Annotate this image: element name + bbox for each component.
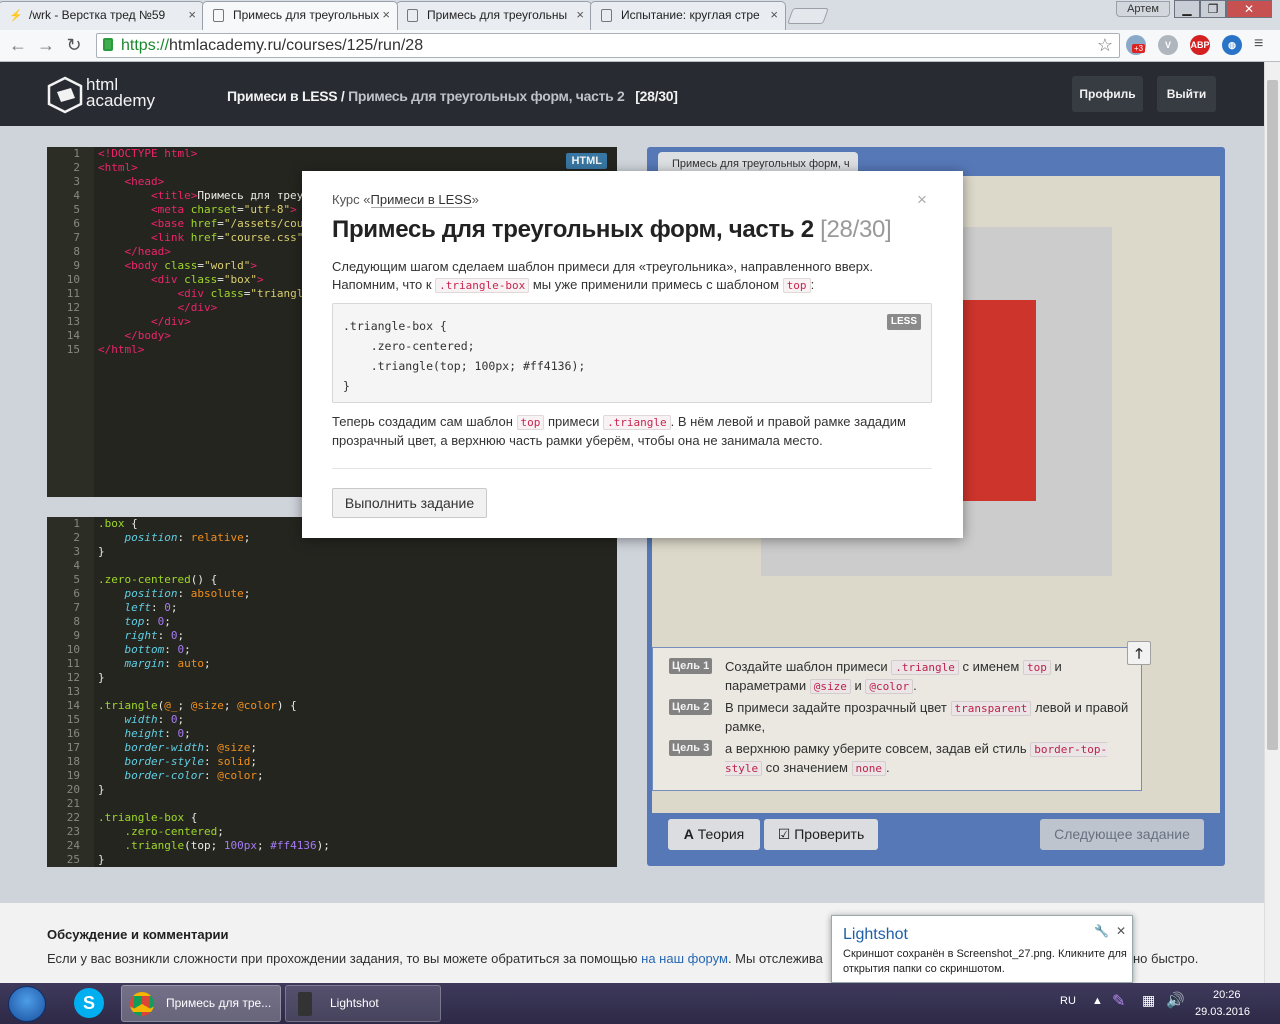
window-close-button[interactable]: ✕ <box>1226 0 1272 18</box>
browser-tab-4[interactable]: Испытание: круглая стре × <box>590 1 786 30</box>
modal-paragraph-1: Следующим шагом сделаем шаблон примеси д… <box>332 259 873 293</box>
document-icon <box>213 9 224 22</box>
tab-title: Примесь для треугольны <box>427 8 568 22</box>
browser-tab-strip: ⚡ /wrk - Верстка тред №59 × Примесь для … <box>0 0 1280 30</box>
reload-icon[interactable]: ↻ <box>62 34 86 58</box>
skype-icon[interactable]: S <box>74 988 104 1018</box>
tab-title: /wrk - Верстка тред №59 <box>29 8 166 22</box>
browser-toolbar: ← → ↻ https://htmlacademy.ru/courses/125… <box>0 30 1280 62</box>
start-task-button[interactable]: Выполнить задание <box>332 488 487 518</box>
close-icon[interactable]: × <box>576 7 584 22</box>
close-icon[interactable]: × <box>382 7 390 22</box>
notification-title: Lightshot <box>843 926 908 943</box>
lightshot-icon <box>298 992 312 1016</box>
language-indicator[interactable]: RU <box>1060 995 1076 1007</box>
notification-tools: 🔧 ✕ <box>1094 924 1126 938</box>
close-icon[interactable]: × <box>770 7 778 22</box>
taskbar-item-chrome[interactable]: Примесь для тре... <box>121 985 281 1022</box>
new-tab-button[interactable] <box>787 8 829 24</box>
volume-icon[interactable]: 🔊 <box>1166 991 1185 1009</box>
lock-icon <box>103 38 113 51</box>
minimize-button[interactable]: ▁ <box>1174 0 1200 18</box>
adblock-icon[interactable]: ABP <box>1190 35 1210 55</box>
scrollbar-thumb[interactable] <box>1267 80 1278 750</box>
forward-icon[interactable]: → <box>34 34 58 58</box>
lightning-icon: ⚡ <box>9 10 23 22</box>
globe-icon[interactable]: ◍ <box>1222 35 1242 55</box>
modal-code-sample: .triangle-box { .zero-centered; .triangl… <box>332 303 932 403</box>
lightshot-notification[interactable]: Lightshot 🔧 ✕ Скриншот сохранён в Screen… <box>831 915 1133 983</box>
tab-title: Испытание: круглая стре <box>621 8 760 22</box>
task-modal: Курс «Примеси в LESS» × Примесь для треу… <box>302 171 963 538</box>
browser-tab-1[interactable]: ⚡ /wrk - Верстка тред №59 × <box>0 1 204 30</box>
system-tray: RU ▲ ✎ ▦ 🔊 20:26 29.03.2016 <box>1058 983 1280 1024</box>
url-protocol: https:// <box>121 37 170 54</box>
maximize-button[interactable]: ❐ <box>1200 0 1226 18</box>
chrome-icon <box>130 992 154 1016</box>
modal-divider <box>332 468 932 469</box>
document-icon <box>407 9 418 22</box>
notification-text: Скриншот сохранён в Screenshot_27.png. К… <box>843 948 1127 975</box>
address-bar[interactable]: https://htmlacademy.ru/courses/125/run/2… <box>96 33 1120 58</box>
close-icon[interactable]: × <box>188 7 196 22</box>
menu-icon[interactable]: ≡ <box>1254 35 1263 53</box>
close-icon[interactable]: × <box>917 190 927 210</box>
close-icon[interactable]: ✕ <box>1116 924 1126 938</box>
network-icon[interactable]: ▦ <box>1142 992 1155 1009</box>
shield-icon[interactable]: V <box>1158 35 1178 55</box>
wrench-icon[interactable]: 🔧 <box>1094 924 1109 938</box>
taskbar-item-lightshot[interactable]: Lightshot <box>285 985 441 1022</box>
page-scrollbar[interactable] <box>1264 62 1280 990</box>
url-text: htmlacademy.ru/courses/125/run/28 <box>169 37 424 54</box>
tab-title: Примесь для треугольных <box>233 8 380 22</box>
clock-date[interactable]: 29.03.2016 <box>1195 1006 1250 1018</box>
course-link[interactable]: Примеси в LESS <box>370 192 472 208</box>
lightshot-tray-icon[interactable]: ✎ <box>1112 991 1125 1011</box>
browser-tab-3[interactable]: Примесь для треугольны × <box>396 1 592 30</box>
tray-expand-icon[interactable]: ▲ <box>1092 995 1103 1007</box>
less-language-badge: LESS <box>886 314 921 330</box>
user-profile-button[interactable]: Артем <box>1116 1 1170 17</box>
document-icon <box>601 9 612 22</box>
browser-tab-2[interactable]: Примесь для треугольных × <box>202 1 398 30</box>
back-icon[interactable]: ← <box>6 34 30 58</box>
star-icon[interactable]: ☆ <box>1097 35 1113 56</box>
modal-title: Примесь для треугольных форм, часть 2 [2… <box>332 216 892 243</box>
clock-time[interactable]: 20:26 <box>1213 989 1241 1001</box>
start-button[interactable] <box>8 986 46 1022</box>
extension-badge: +3 <box>1132 44 1146 53</box>
modal-title-count: [28/30] <box>820 216 892 243</box>
modal-paragraph-2: Теперь создадим сам шаблон top примеси .… <box>332 414 906 448</box>
modal-course: Курс «Примеси в LESS» <box>332 192 479 208</box>
